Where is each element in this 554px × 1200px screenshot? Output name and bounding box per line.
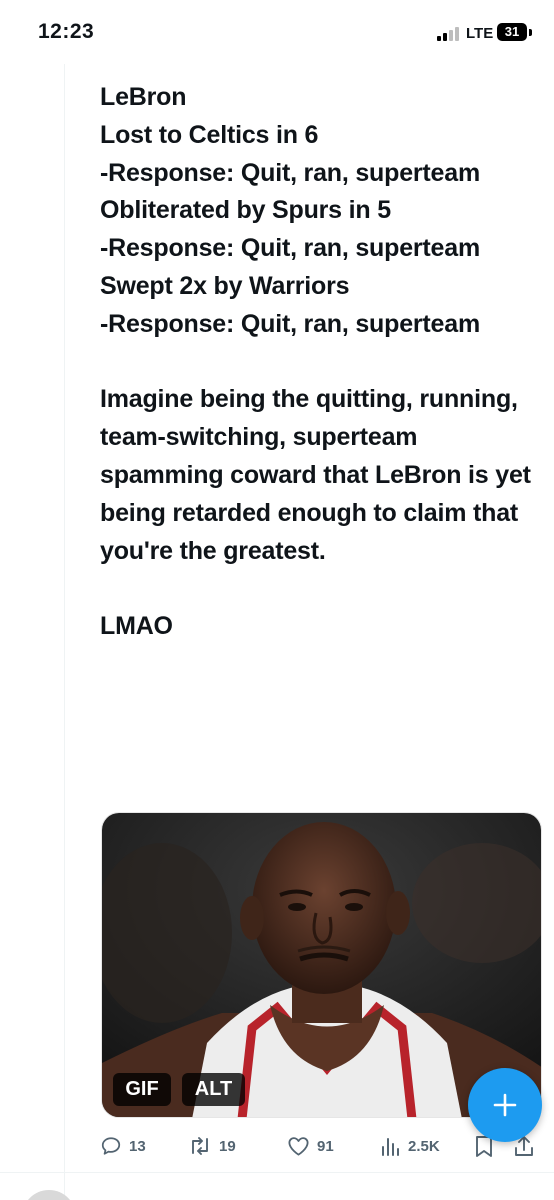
gif-preview-image [102,813,541,1117]
views-chart-icon [382,1138,399,1156]
network-type: LTE [466,25,494,42]
reply-count: 13 [129,1137,146,1155]
cellular-signal-icon [437,27,459,41]
view-count: 2.5K [408,1137,440,1155]
heart-icon [288,1137,309,1156]
like-count: 91 [317,1137,334,1155]
gif-badge[interactable]: GIF [113,1073,171,1106]
like-button[interactable]: 91 [287,1128,334,1164]
alt-text-badge[interactable]: ALT [182,1073,245,1106]
tweet-text: LeBron Lost to Celtics in 6 -Response: Q… [100,83,531,641]
views-button[interactable]: 2.5K [381,1128,440,1164]
battery-tip [529,29,532,36]
tweet-media-gif[interactable] [101,812,542,1118]
repost-button[interactable]: 19 [188,1128,236,1164]
thread-line [64,64,65,1200]
repost-icon [192,1137,208,1155]
next-tweet-avatar[interactable] [22,1190,76,1200]
compose-post-button[interactable] [468,1068,542,1142]
status-bar: 12:23 LTE 31 [0,0,554,64]
battery-icon: 31 [497,23,527,41]
tweet-divider [0,1172,554,1173]
status-time: 12:23 [38,20,95,43]
plus-icon [493,1093,517,1117]
tweet-actions-bar: 13 19 91 2.5K [0,1128,554,1164]
repost-count: 19 [219,1137,236,1155]
reply-button[interactable]: 13 [100,1128,146,1164]
reply-icon [101,1137,121,1155]
